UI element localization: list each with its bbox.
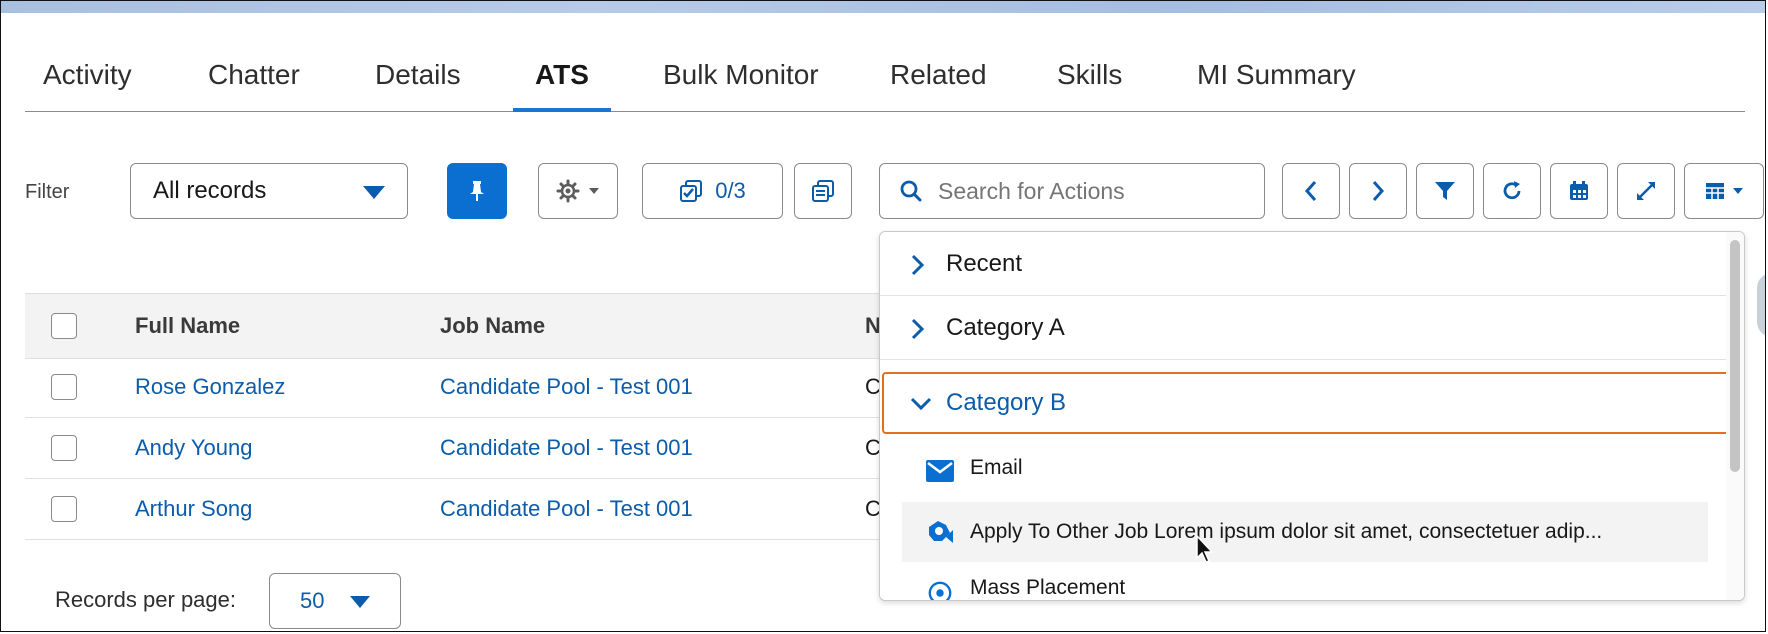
apply-job-icon <box>929 521 953 543</box>
tab-ats[interactable]: ATS <box>513 53 611 112</box>
column-header-full-name[interactable]: Full Name <box>135 294 240 358</box>
table-icon <box>1706 183 1724 199</box>
section-label: Recent <box>946 250 1023 277</box>
table-header: Full Name Job Name N <box>25 293 1025 359</box>
action-item-email[interactable]: Email <box>902 438 1708 498</box>
search-input[interactable] <box>936 176 1240 206</box>
next-button[interactable] <box>1349 163 1407 219</box>
multi-select-icon <box>680 180 703 202</box>
column-header-job-name[interactable]: Job Name <box>440 294 545 358</box>
tab-bulk-monitor[interactable]: Bulk Monitor <box>663 53 819 111</box>
row-checkbox[interactable] <box>51 435 77 461</box>
full-name-link[interactable]: Rose Gonzalez <box>135 357 285 417</box>
section-recent[interactable]: Recent <box>880 232 1728 296</box>
search-icon <box>900 180 922 202</box>
record-view-button[interactable] <box>794 163 852 219</box>
scrollbar-thumb[interactable] <box>1730 240 1740 472</box>
filter-button[interactable] <box>1416 163 1474 219</box>
chevron-left-icon <box>1304 181 1317 201</box>
pin-icon <box>470 181 484 201</box>
mouse-pointer-icon <box>1196 535 1214 563</box>
chevron-down-icon <box>589 188 599 194</box>
action-item-label: Mass Placement <box>970 576 1126 599</box>
filter-select[interactable]: All records <box>130 163 408 219</box>
select-all-checkbox[interactable] <box>51 313 77 339</box>
pin-button[interactable] <box>447 163 507 219</box>
full-name-link[interactable]: Andy Young <box>135 418 252 478</box>
table-row: Rose Gonzalez Candidate Pool - Test 001 … <box>25 357 1025 418</box>
table-row: Andy Young Candidate Pool - Test 001 C <box>25 418 1025 479</box>
tab-details[interactable]: Details <box>375 53 461 111</box>
row-checkbox[interactable] <box>51 374 77 400</box>
settings-menu-button[interactable] <box>538 163 618 219</box>
tab-activity[interactable]: Activity <box>43 53 132 111</box>
table-view-button[interactable] <box>1684 163 1764 219</box>
refresh-icon <box>1503 181 1521 200</box>
email-icon <box>926 460 954 482</box>
tab-related[interactable]: Related <box>890 53 987 111</box>
chevron-right-icon <box>911 254 925 276</box>
action-search[interactable] <box>879 163 1265 219</box>
section-label: Category A <box>946 314 1065 341</box>
tab-skills[interactable]: Skills <box>1057 53 1122 111</box>
section-label: Category B <box>946 389 1067 416</box>
previous-button[interactable] <box>1282 163 1340 219</box>
section-category-a[interactable]: Category A <box>880 296 1728 360</box>
side-panel-handle[interactable] <box>1757 273 1765 337</box>
action-item-label: Email <box>970 456 1023 479</box>
action-item-apply-to-other-job[interactable]: Apply To Other Job Lorem ipsum dolor sit… <box>902 502 1708 562</box>
cards-icon <box>812 180 834 202</box>
chevron-right-icon <box>1372 181 1385 201</box>
job-name-link[interactable]: Candidate Pool - Test 001 <box>440 418 693 478</box>
menu-scrollbar[interactable] <box>1726 232 1744 600</box>
action-item-mass-placement[interactable]: Mass Placement <box>902 562 1708 600</box>
chevron-down-icon <box>1733 188 1743 194</box>
section-category-b[interactable]: Category B <box>882 372 1730 434</box>
app-frame: Activity Chatter Details ATS Bulk Monito… <box>0 0 1766 632</box>
action-menu: Recent Category A Category B Email Apply… <box>879 231 1745 601</box>
row-checkbox[interactable] <box>51 496 77 522</box>
refresh-button[interactable] <box>1483 163 1541 219</box>
filter-icon <box>1435 182 1455 200</box>
records-per-page-label: Records per page: <box>55 587 236 612</box>
selected-records-button[interactable]: 0/3 <box>642 163 783 219</box>
action-item-label: Apply To Other Job Lorem ipsum dolor sit… <box>970 520 1603 543</box>
placement-icon <box>928 581 952 600</box>
expand-icon <box>1637 182 1655 200</box>
table-row: Arthur Song Candidate Pool - Test 001 C <box>25 479 1025 540</box>
caret-down-icon <box>350 596 370 608</box>
full-name-link[interactable]: Arthur Song <box>135 479 252 539</box>
calendar-icon <box>1570 181 1588 200</box>
job-name-link[interactable]: Candidate Pool - Test 001 <box>440 357 693 417</box>
gear-icon <box>556 179 580 203</box>
chevron-down-icon <box>910 397 932 411</box>
calendar-button[interactable] <box>1550 163 1608 219</box>
records-per-page-value: 50 <box>300 588 325 613</box>
filter-select-value: All records <box>153 177 267 204</box>
top-banner <box>1 1 1765 13</box>
tab-bar: Activity Chatter Details ATS Bulk Monito… <box>25 53 1745 112</box>
chevron-right-icon <box>911 318 925 340</box>
caret-down-icon <box>363 186 385 199</box>
selected-count: 0/3 <box>715 178 746 203</box>
expand-button[interactable] <box>1617 163 1675 219</box>
filter-label: Filter <box>25 181 70 203</box>
tab-mi-summary[interactable]: MI Summary <box>1197 53 1356 111</box>
tab-chatter[interactable]: Chatter <box>208 53 300 111</box>
job-name-link[interactable]: Candidate Pool - Test 001 <box>440 479 693 539</box>
records-per-page-select[interactable]: 50 <box>269 573 401 629</box>
